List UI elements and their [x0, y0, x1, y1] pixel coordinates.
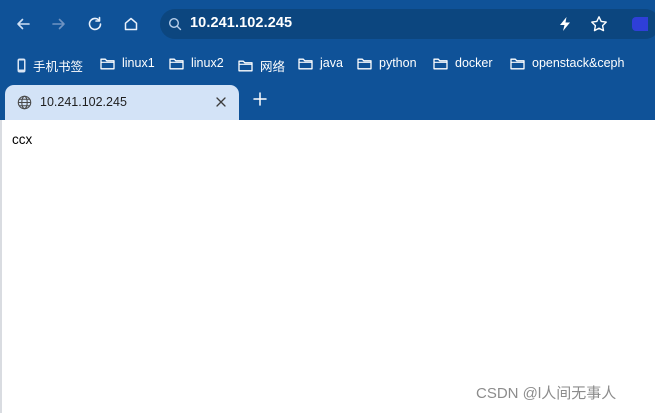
bookmark-folder-java[interactable]: java: [298, 56, 343, 70]
bookmark-label: linux2: [191, 56, 224, 70]
tab-title: 10.241.102.245: [40, 95, 127, 109]
bookmarks-bar: 手机书签 linux1 linux2 网络 java python docker…: [0, 48, 655, 81]
url-text[interactable]: 10.241.102.245: [190, 15, 292, 31]
bookmark-label: python: [379, 56, 417, 70]
star-icon[interactable]: [590, 15, 608, 33]
reload-button[interactable]: [83, 12, 107, 36]
bookmark-folder-python[interactable]: python: [357, 56, 417, 70]
bookmark-label: 网络: [260, 60, 286, 74]
forward-button[interactable]: [47, 12, 71, 36]
watermark: CSDN @l人间无事人: [476, 385, 617, 402]
lightning-icon[interactable]: [558, 16, 572, 32]
bookmark-folder-linux2[interactable]: linux2: [169, 56, 224, 70]
close-icon[interactable]: [214, 95, 228, 109]
folder-icon: [433, 58, 448, 69]
browser-chrome: 10.241.102.245 手机书签 linux1 linux2 网络 jav…: [0, 0, 655, 120]
extension-icon[interactable]: [632, 17, 648, 31]
bookmark-label: docker: [455, 56, 493, 70]
folder-icon: [510, 58, 525, 69]
browser-toolbar: 10.241.102.245: [0, 0, 655, 48]
page-content: ccx CSDN @l人间无事人: [0, 120, 655, 413]
bookmark-mobile[interactable]: 手机书签: [17, 56, 83, 75]
tab-active[interactable]: 10.241.102.245: [5, 85, 239, 120]
folder-icon: [238, 60, 253, 72]
mobile-icon: [17, 58, 26, 73]
address-bar[interactable]: 10.241.102.245: [160, 9, 655, 39]
bookmark-label: 手机书签: [33, 60, 84, 74]
bookmark-folder-docker[interactable]: docker: [433, 56, 493, 70]
back-button[interactable]: [11, 12, 35, 36]
globe-icon: [17, 95, 32, 110]
tab-strip: 10.241.102.245: [0, 81, 655, 120]
folder-icon: [298, 58, 313, 69]
bookmark-label: java: [320, 56, 343, 70]
bookmark-folder-network[interactable]: 网络: [238, 56, 285, 75]
bookmark-label: openstack&ceph: [532, 56, 625, 70]
reload-icon: [88, 16, 102, 31]
bookmark-folder-openstack-ceph[interactable]: openstack&ceph: [510, 56, 655, 70]
home-icon: [124, 17, 138, 31]
search-icon: [168, 17, 182, 31]
folder-icon: [100, 58, 115, 69]
bookmark-folder-linux1[interactable]: linux1: [100, 56, 155, 70]
arrow-right-icon: [52, 18, 65, 30]
bookmark-label: linux1: [122, 56, 155, 70]
page-body-text: ccx: [12, 132, 33, 147]
arrow-left-icon: [17, 18, 30, 30]
new-tab-plus-icon[interactable]: [253, 92, 267, 106]
folder-icon: [169, 58, 184, 69]
folder-icon: [357, 58, 372, 69]
home-button[interactable]: [119, 12, 143, 36]
